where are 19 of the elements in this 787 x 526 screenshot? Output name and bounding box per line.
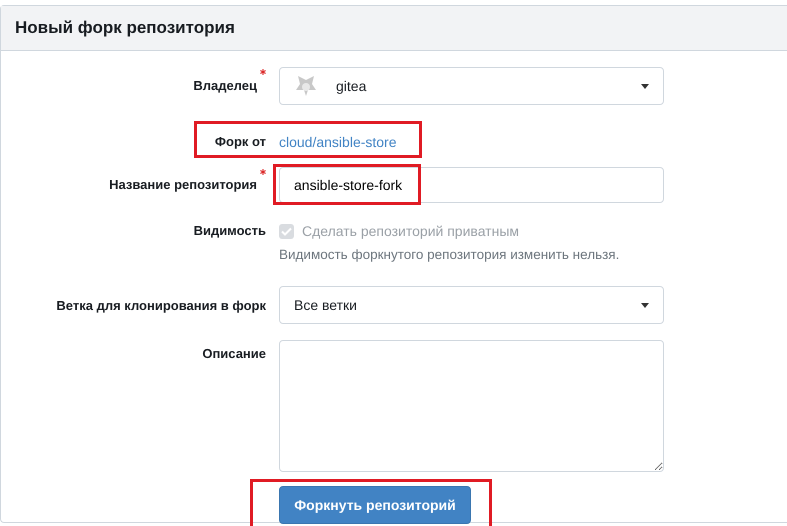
hint-text: Видимость форкнутого репозитория изменить нельзя. xyxy=(279,247,620,262)
fork-button[interactable]: Форкнуть репозиторий xyxy=(279,486,471,524)
checkbox-label: Сделать репозиторий приватным xyxy=(302,222,519,241)
field-label: Ветка для клонирования в форк xyxy=(56,296,266,315)
panel-title: Новый форк репозитория xyxy=(15,17,235,40)
branch-select[interactable]: Все ветки xyxy=(279,286,664,324)
field-label: Название репозитория xyxy=(109,176,257,194)
caret-icon xyxy=(641,302,649,308)
caret-icon xyxy=(641,84,649,88)
field-label: Владелец xyxy=(193,77,257,96)
repo-link[interactable]: cloud/ansible-store xyxy=(279,132,397,152)
select-value: Все ветки xyxy=(294,296,357,314)
field-label: Описание xyxy=(202,345,266,363)
repo-name-input[interactable]: ansible-store-fork xyxy=(279,167,664,203)
owner-name: gitea xyxy=(336,76,366,96)
field-label: Форк от xyxy=(214,133,266,152)
description-textarea[interactable] xyxy=(279,340,664,472)
field-label: Видимость xyxy=(194,222,266,240)
owner-select[interactable]: gitea xyxy=(279,67,664,105)
